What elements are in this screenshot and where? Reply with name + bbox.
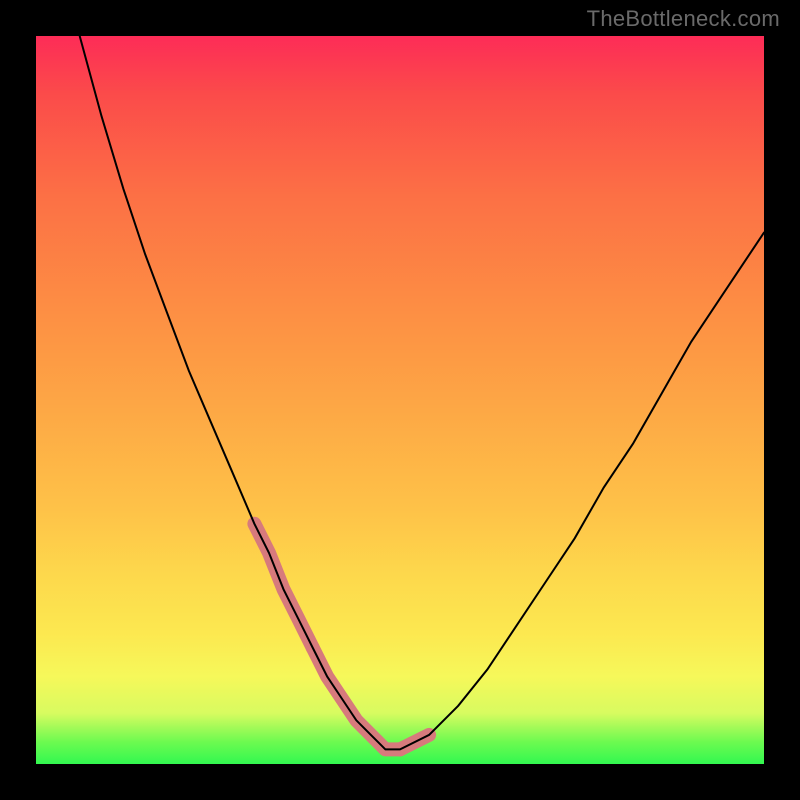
watermark-text: TheBottleneck.com [587,6,780,32]
highlight-segments [254,524,429,750]
plot-area [36,36,764,764]
chart-frame: TheBottleneck.com [0,0,800,800]
bottleneck-curve [80,36,764,749]
highlight-bottom-pink [313,648,400,750]
curve-layer [36,36,764,764]
